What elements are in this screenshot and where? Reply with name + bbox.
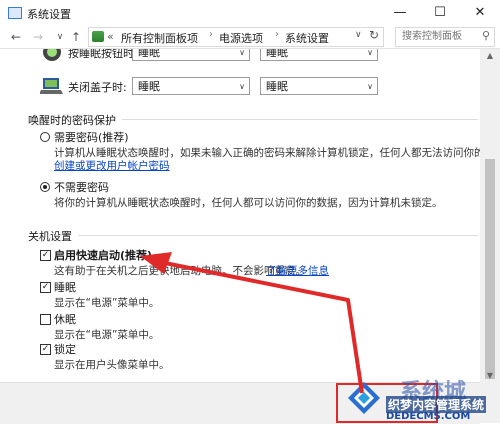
sleep-button-plugged-select[interactable]: 睡眠 ∨ — [260, 49, 378, 61]
chevron-down-icon: ∨ — [239, 82, 245, 91]
watermark-logo — [348, 382, 380, 414]
watermark-en: DEDECMS.COM — [386, 411, 471, 422]
control-panel-icon — [8, 7, 22, 19]
sleep-button-icon — [43, 49, 61, 61]
search-input[interactable] — [400, 30, 480, 43]
sleep-desc: 显示在“电源”菜单中。 — [54, 297, 160, 309]
lock-label[interactable]: 锁定 — [54, 341, 76, 357]
hibernate-checkbox[interactable] — [40, 314, 51, 325]
lock-checkbox[interactable]: ✓ — [40, 344, 51, 355]
chevron-down-icon: ∨ — [367, 49, 373, 57]
minimize-button[interactable]: — — [380, 0, 420, 26]
password-section-title: 唤醒时的密码保护 — [28, 112, 122, 128]
hibernate-desc: 显示在“电源”菜单中。 — [54, 329, 160, 341]
up-button[interactable]: ↑ — [68, 28, 84, 46]
settings-content: 按睡眠按钮时: 睡眠 ∨ 睡眠 ∨ 关闭盖子时: 睡眠 ∨ 睡眠 ∨ 唤醒时的密码保护 … — [0, 49, 480, 423]
no-password-radio[interactable] — [40, 182, 50, 192]
breadcrumb-system-settings[interactable]: 系统设置 — [285, 30, 329, 46]
vertical-scrollbar[interactable]: ▲ ▼ — [480, 49, 500, 423]
search-icon: ⚲ — [481, 29, 490, 42]
require-password-label[interactable]: 需要密码(推荐) — [54, 129, 129, 145]
chevron-down-icon: ∨ — [239, 49, 245, 57]
control-panel-icon — [92, 31, 104, 42]
recent-locations-button[interactable]: ∨ — [52, 28, 68, 46]
navigation-bar: ← → ∨ ↑ « 所有控制面板项 › 电源选项 › 系统设置 ∨ ↻ ⚲ — [0, 26, 500, 49]
back-button[interactable]: ← — [8, 28, 24, 46]
shutdown-section-title: 关机设置 — [28, 228, 78, 244]
forward-button[interactable]: → — [30, 28, 46, 46]
scroll-up-icon[interactable]: ▲ — [480, 49, 500, 63]
section-divider — [28, 235, 478, 236]
address-dropdown-icon[interactable]: ∨ — [355, 30, 362, 40]
window-title: 系统设置 — [27, 8, 71, 21]
watermark: 系统城 织梦内容管理系统 DEDECMS.COM — [340, 374, 500, 423]
sleep-checkbox[interactable]: ✓ — [40, 282, 51, 293]
address-overflow[interactable]: « — [107, 30, 114, 43]
hibernate-label[interactable]: 休眠 — [54, 311, 76, 327]
require-password-radio[interactable] — [40, 132, 50, 142]
create-password-link[interactable]: 创建或更改用户帐户密码 — [54, 158, 170, 173]
address-bar[interactable]: « 所有控制面板项 › 电源选项 › 系统设置 ∨ ↻ — [88, 27, 384, 47]
no-password-label[interactable]: 不需要密码 — [54, 179, 109, 195]
breadcrumb-separator: › — [209, 29, 213, 40]
chevron-down-icon: ∨ — [367, 82, 373, 91]
maximize-button[interactable]: ☐ — [420, 0, 460, 26]
lid-close-battery-select[interactable]: 睡眠 ∨ — [132, 77, 250, 95]
fast-startup-checkbox[interactable]: ✓ — [40, 250, 51, 261]
refresh-icon[interactable]: ↻ — [369, 28, 379, 42]
scroll-thumb[interactable] — [485, 159, 495, 379]
sleep-button-battery-select[interactable]: 睡眠 ∨ — [132, 49, 250, 61]
breadcrumb-all-items[interactable]: 所有控制面板项 — [121, 30, 198, 46]
learn-more-link[interactable]: 了解更多信息 — [266, 263, 329, 278]
laptop-lid-icon — [40, 78, 63, 94]
lock-desc: 显示在用户头像菜单中。 — [54, 359, 170, 371]
search-box[interactable]: ⚲ — [395, 27, 495, 47]
close-button[interactable]: ✕ — [460, 0, 500, 26]
fast-startup-label[interactable]: 启用快速启动(推荐) — [54, 247, 152, 263]
no-password-desc: 将你的计算机从睡眠状态唤醒时，任何人都可以访问你的数据，因为计算机未锁定。 — [54, 197, 443, 209]
breadcrumb-power-options[interactable]: 电源选项 — [219, 30, 263, 46]
sleep-button-label: 按睡眠按钮时: — [68, 49, 138, 60]
lid-close-plugged-select[interactable]: 睡眠 ∨ — [260, 77, 378, 95]
breadcrumb-separator: › — [275, 29, 279, 40]
title-bar: 系统设置 — ☐ ✕ — [0, 0, 500, 26]
lid-close-label: 关闭盖子时: — [68, 81, 127, 94]
sleep-label[interactable]: 睡眠 — [54, 279, 76, 295]
